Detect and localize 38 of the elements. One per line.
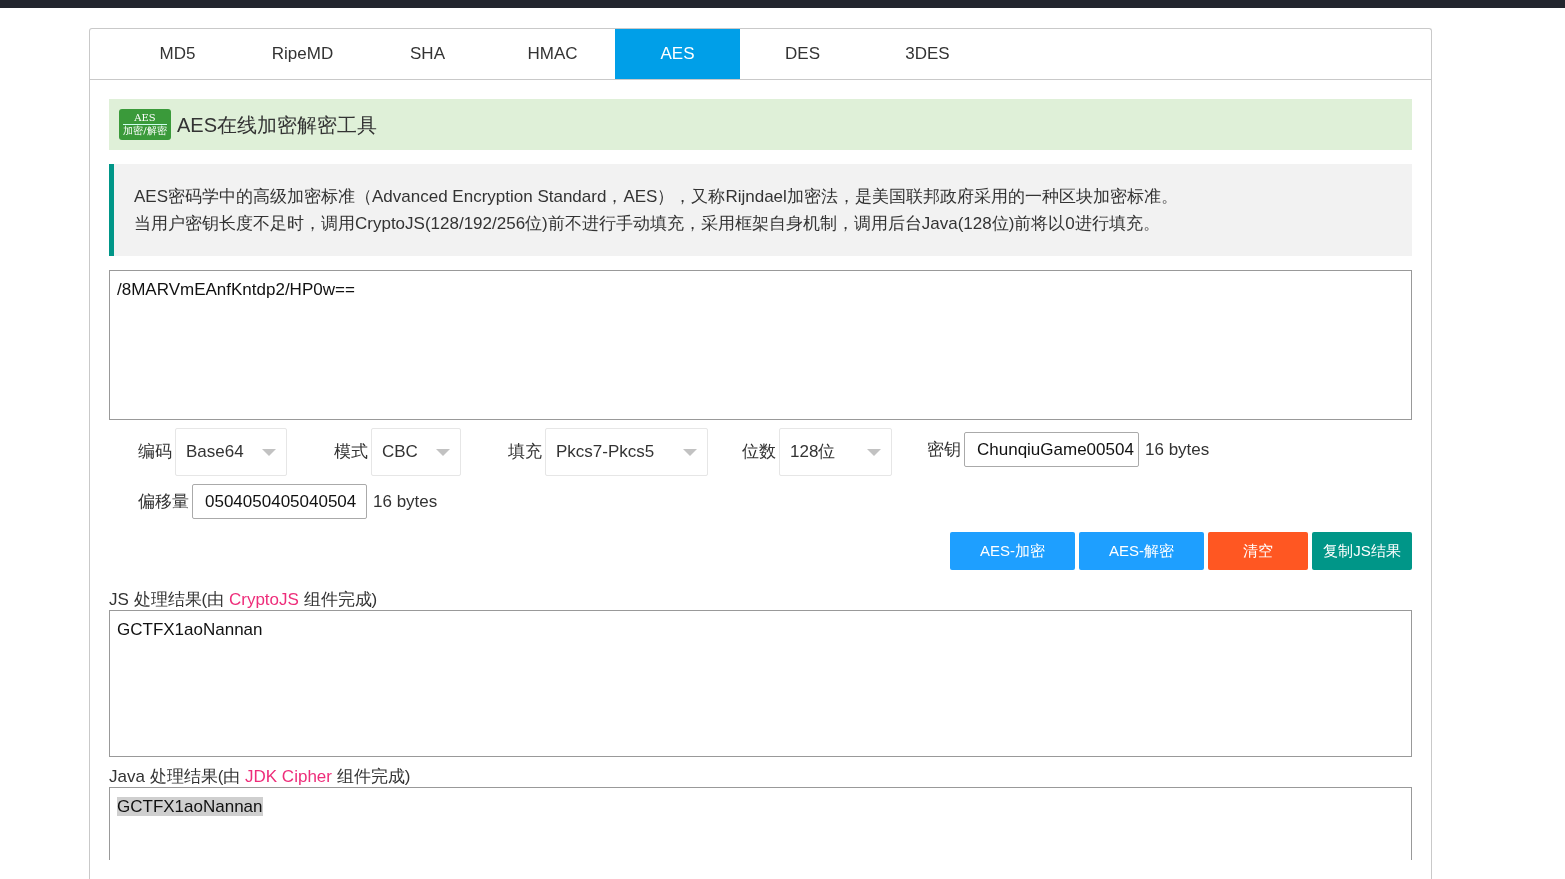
tab[interactable]: DES: [740, 29, 865, 79]
text-input[interactable]: 0504050405040504: [192, 484, 367, 519]
result-text: GCTFX1aoNannan: [117, 797, 263, 816]
page-title: AES在线加密解密工具: [177, 112, 378, 138]
aes-logo-icon: AES 加密/解密: [119, 109, 171, 140]
action-button[interactable]: 复制JS结果: [1312, 532, 1412, 570]
input-textarea[interactable]: /8MARVmEAnfKntdp2/HP0w==: [109, 270, 1412, 420]
result-textarea[interactable]: GCTFX1aoNannan: [109, 787, 1412, 860]
tab[interactable]: 3DES: [865, 29, 990, 79]
caret-icon: [262, 448, 276, 456]
description-text: 当用户密钥长度不足时，调用CryptoJS(128/192/256位)前不进行手动填充，采用框架自身机制，调用后台Java(128位)前将以0进行填充。: [134, 213, 1161, 235]
field-label: 编码: [138, 441, 172, 464]
byte-count: 16 bytes: [373, 490, 438, 513]
select-field[interactable]: CBC: [371, 428, 461, 476]
component-link[interactable]: CryptoJS: [228, 590, 299, 609]
tab[interactable]: HMAC: [490, 29, 615, 79]
field-label: 模式: [334, 441, 368, 464]
caret-icon: [867, 448, 881, 456]
component-link[interactable]: JDK Cipher: [245, 767, 332, 786]
field-label: 填充: [508, 441, 542, 464]
field-label: 位数: [742, 441, 776, 464]
select-field[interactable]: Pkcs7-Pkcs5: [545, 428, 708, 476]
result-label: JS 处理结果(由 CryptoJS 组件完成): [109, 590, 379, 610]
description-text: AES密码学中的高级加密标准（Advanced Encryption Standard，AES），又称Rijndael加密法，是美国联邦政府采用的一种区块加密标准。: [134, 186, 1179, 208]
byte-count: 16 bytes: [1145, 438, 1210, 461]
field-label: 密钥: [927, 438, 961, 461]
field-label: 偏移量: [138, 490, 189, 513]
tab[interactable]: MD5: [115, 29, 240, 79]
select-field[interactable]: 128位: [779, 428, 892, 476]
text-input[interactable]: ChunqiuGame00504: [964, 432, 1139, 467]
tab[interactable]: SHA: [365, 29, 490, 79]
tab[interactable]: RipeMD: [240, 29, 365, 79]
caret-icon: [436, 448, 450, 456]
caret-icon: [683, 448, 697, 456]
result-text: GCTFX1aoNannan: [117, 620, 263, 639]
result-label: Java 处理结果(由 JDK Cipher 组件完成): [109, 767, 412, 787]
select-field[interactable]: Base64: [175, 428, 287, 476]
result-textarea[interactable]: GCTFX1aoNannan: [109, 610, 1412, 757]
